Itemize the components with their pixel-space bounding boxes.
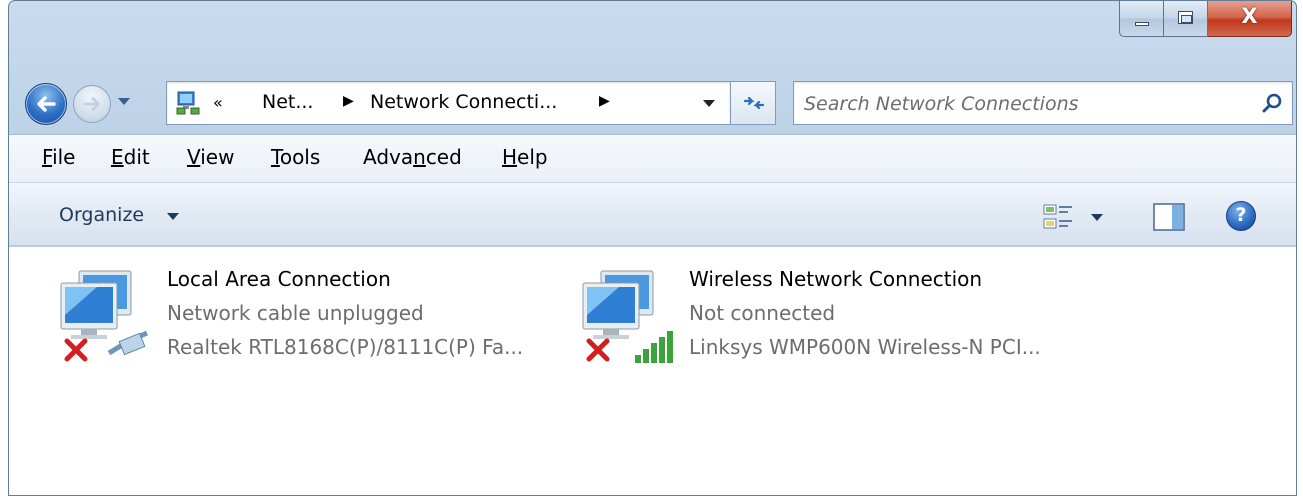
- address-dropdown-icon[interactable]: [703, 100, 715, 107]
- connection-device: Linksys WMP600N Wireless-N PCI...: [689, 335, 1041, 359]
- menu-tools-rest: ools: [279, 145, 321, 169]
- maximize-icon: [1178, 11, 1193, 24]
- menu-advanced[interactable]: Advanced: [363, 145, 462, 169]
- refresh-icon: [743, 96, 765, 110]
- back-button[interactable]: [25, 83, 67, 125]
- back-arrow-icon: [37, 96, 56, 112]
- command-bar: Organize ?: [9, 182, 1296, 246]
- connection-status: Network cable unplugged: [167, 301, 424, 325]
- connection-name: Wireless Network Connection: [689, 267, 983, 291]
- organize-button[interactable]: Organize: [59, 204, 144, 226]
- help-icon: ?: [1235, 204, 1247, 226]
- menu-view-rest: iew: [200, 145, 235, 169]
- connection-item-wireless[interactable]: Wireless Network Connection Not connecte…: [579, 267, 1099, 377]
- explorer-window: X « Net... ▶ Network Connecti... ▶ Searc…: [8, 0, 1297, 496]
- connection-status: Not connected: [689, 301, 836, 325]
- maximize-button[interactable]: [1164, 1, 1208, 37]
- connection-name: Local Area Connection: [167, 267, 391, 291]
- close-button[interactable]: X: [1208, 1, 1292, 37]
- menu-view[interactable]: View: [187, 145, 234, 169]
- search-box[interactable]: [793, 81, 1293, 125]
- menu-help[interactable]: Help: [502, 145, 548, 169]
- organize-dropdown-icon[interactable]: [167, 213, 179, 220]
- search-input[interactable]: [804, 91, 1244, 117]
- search-icon[interactable]: [1260, 92, 1284, 116]
- breadcrumb-chevron-icon[interactable]: ▶: [599, 93, 610, 109]
- title-bar[interactable]: X: [9, 1, 1296, 75]
- view-dropdown-icon[interactable]: [1091, 214, 1103, 221]
- connection-device: Realtek RTL8168C(P)/8111C(P) Fa...: [167, 335, 524, 359]
- menu-tools[interactable]: Tools: [271, 145, 320, 169]
- red-x-icon: [586, 338, 610, 362]
- preview-pane-icon[interactable]: [1153, 202, 1185, 232]
- menu-bar: File Edit View Tools Advanced Help: [9, 134, 1296, 182]
- network-folder-icon: [176, 91, 200, 115]
- caption-buttons: X: [1119, 1, 1292, 43]
- address-bar[interactable]: « Net... ▶ Network Connecti... ▶: [166, 81, 731, 125]
- help-button[interactable]: ?: [1226, 201, 1256, 231]
- red-x-icon: [64, 338, 88, 362]
- menu-advanced-rest: ced: [425, 145, 462, 169]
- recent-pages-dropdown-icon[interactable]: [118, 98, 130, 105]
- breadcrumb-network-connections[interactable]: Network Connecti...: [370, 91, 557, 113]
- close-icon: X: [1241, 4, 1258, 28]
- menu-help-rest: elp: [517, 145, 548, 169]
- connection-item-local-area[interactable]: Local Area Connection Network cable unpl…: [57, 267, 557, 377]
- refresh-button[interactable]: [731, 81, 776, 125]
- menu-advanced-pre: Adva: [363, 145, 414, 169]
- address-overflow[interactable]: «: [213, 93, 223, 112]
- breadcrumb-chevron-icon[interactable]: ▶: [343, 93, 354, 109]
- connections-list: Local Area Connection Network cable unpl…: [9, 247, 1296, 495]
- breadcrumb-network[interactable]: Net...: [262, 91, 313, 113]
- forward-button[interactable]: [73, 85, 111, 123]
- forward-arrow-icon: [83, 97, 100, 111]
- menu-edit[interactable]: Edit: [111, 145, 150, 169]
- change-view-icon[interactable]: [1042, 203, 1076, 233]
- minimize-icon: [1135, 22, 1149, 26]
- menu-file[interactable]: File: [42, 145, 75, 169]
- menu-edit-rest: dit: [123, 145, 150, 169]
- menu-file-rest: ile: [52, 145, 76, 169]
- minimize-button[interactable]: [1119, 1, 1164, 37]
